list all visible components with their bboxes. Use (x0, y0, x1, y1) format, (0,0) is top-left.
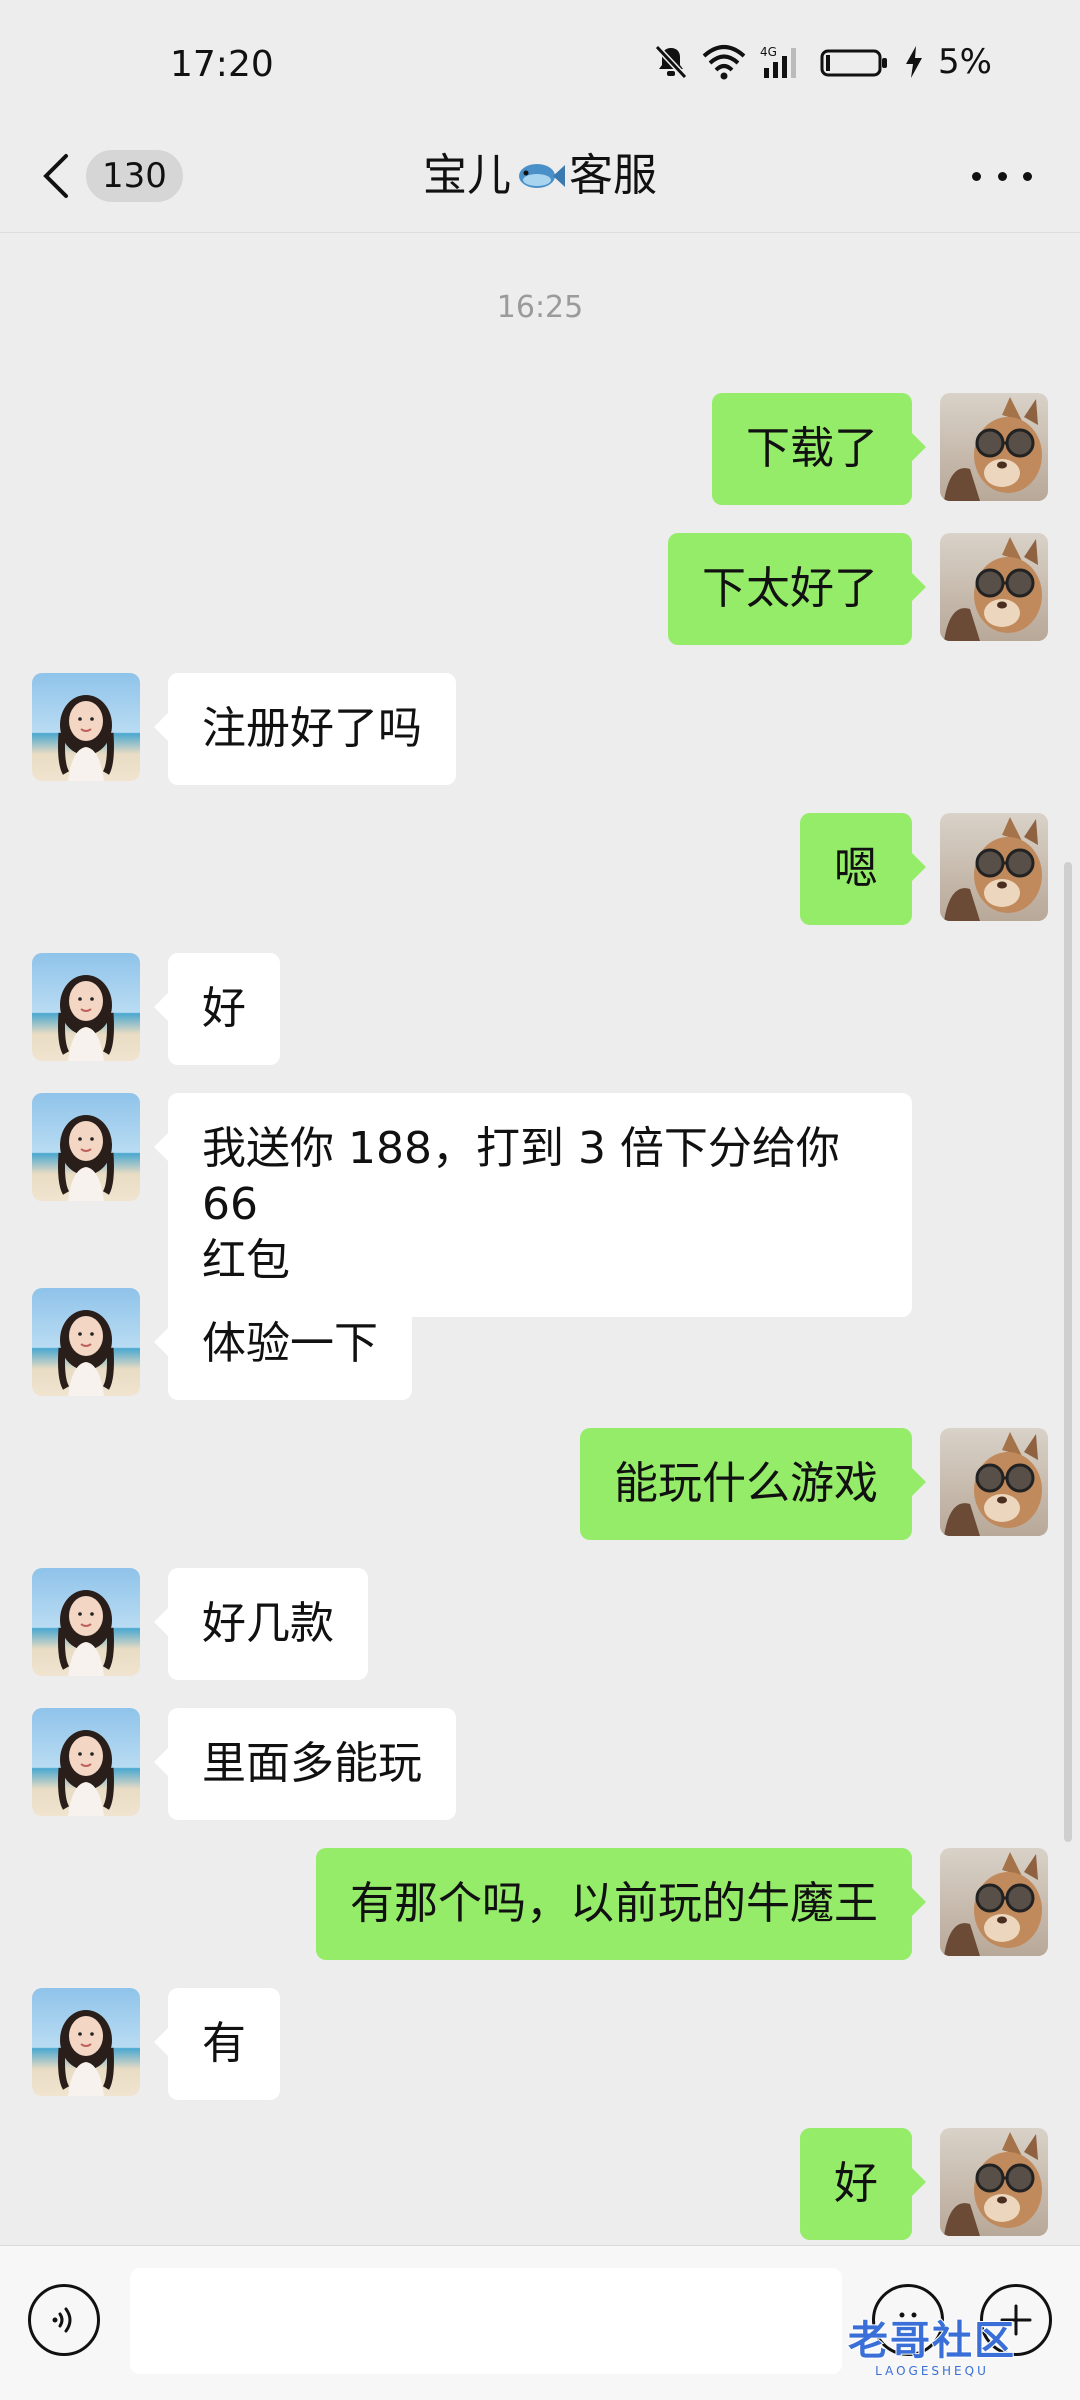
contact-avatar[interactable] (32, 1988, 140, 2096)
svg-text:4G: 4G (760, 45, 777, 59)
wifi-icon (702, 45, 746, 80)
contact-avatar[interactable] (32, 1708, 140, 1816)
contact-avatar[interactable] (32, 1568, 140, 1676)
contact-avatar[interactable] (32, 953, 140, 1061)
dot-icon (997, 171, 1007, 181)
chat-title-role: 客服 (569, 150, 657, 201)
dot-icon (1023, 171, 1032, 181)
message-input[interactable] (130, 2268, 842, 2374)
watermark-subtext: LAOGESHEQU (875, 2364, 989, 2378)
chat-title: 宝儿 客服 (0, 142, 1080, 210)
sent-message-bubble[interactable]: 嗯 (800, 813, 926, 925)
status-icons: 4G 5% (654, 40, 992, 84)
status-time: 17:20 (170, 44, 274, 85)
smiley-icon (897, 2312, 919, 2330)
self-avatar[interactable] (940, 1848, 1048, 1956)
self-avatar[interactable] (940, 2128, 1048, 2236)
message-text-line: 红包 (202, 1235, 290, 1286)
fish-emoji-icon (519, 164, 565, 188)
status-bar: 17:20 4G 5% (0, 0, 1080, 120)
self-avatar[interactable] (940, 533, 1048, 641)
battery-percent: 5% (938, 42, 992, 82)
received-message-bubble[interactable]: 好 (154, 953, 280, 1065)
mute-bell-icon (654, 44, 688, 80)
chat-header: 130 宝儿 客服 (0, 120, 1080, 233)
input-bar: 老哥社区 LAOGESHEQU (0, 2245, 1080, 2400)
contact-avatar[interactable] (32, 1288, 140, 1396)
voice-icon (52, 2307, 72, 2333)
contact-avatar[interactable] (32, 1093, 140, 1201)
more-options-button[interactable] (972, 164, 1032, 188)
sent-message-bubble[interactable]: 有那个吗，以前玩的牛魔王 (316, 1848, 926, 1960)
sent-message-bubble[interactable]: 能玩什么游戏 (580, 1428, 926, 1540)
emoji-button[interactable] (872, 2284, 944, 2356)
voice-input-button[interactable] (28, 2284, 100, 2356)
charging-bolt-icon (906, 46, 923, 78)
received-message-bubble[interactable]: 注册好了吗 (154, 673, 456, 785)
received-message-bubble[interactable]: 我送你 188，打到 3 倍下分给你 66 红包 (154, 1093, 912, 1317)
received-message-bubble[interactable]: 体验一下 (154, 1288, 412, 1400)
received-message-bubble[interactable]: 好几款 (154, 1568, 368, 1680)
sent-message-bubble[interactable]: 下太好了 (668, 533, 926, 645)
message-text-line: 我送你 188，打到 3 倍下分给你 66 (202, 1123, 840, 1230)
message-timestamp: 16:25 (496, 290, 584, 325)
received-message-bubble[interactable]: 里面多能玩 (154, 1708, 456, 1820)
self-avatar[interactable] (940, 813, 1048, 921)
chat-scrollbar[interactable] (1064, 862, 1072, 1842)
plus-icon (1000, 2304, 1032, 2336)
sent-message-bubble[interactable]: 下载了 (712, 393, 926, 505)
dot-icon (972, 171, 981, 181)
battery-icon (820, 49, 888, 77)
sent-message-bubble[interactable]: 好 (800, 2128, 926, 2240)
contact-avatar[interactable] (32, 673, 140, 781)
chat-title-name: 宝儿 (423, 150, 511, 201)
self-avatar[interactable] (940, 393, 1048, 501)
signal-4g-icon: 4G (760, 45, 797, 78)
received-message-bubble[interactable]: 有 (154, 1988, 280, 2100)
more-functions-button[interactable] (980, 2284, 1052, 2356)
self-avatar[interactable] (940, 1428, 1048, 1536)
